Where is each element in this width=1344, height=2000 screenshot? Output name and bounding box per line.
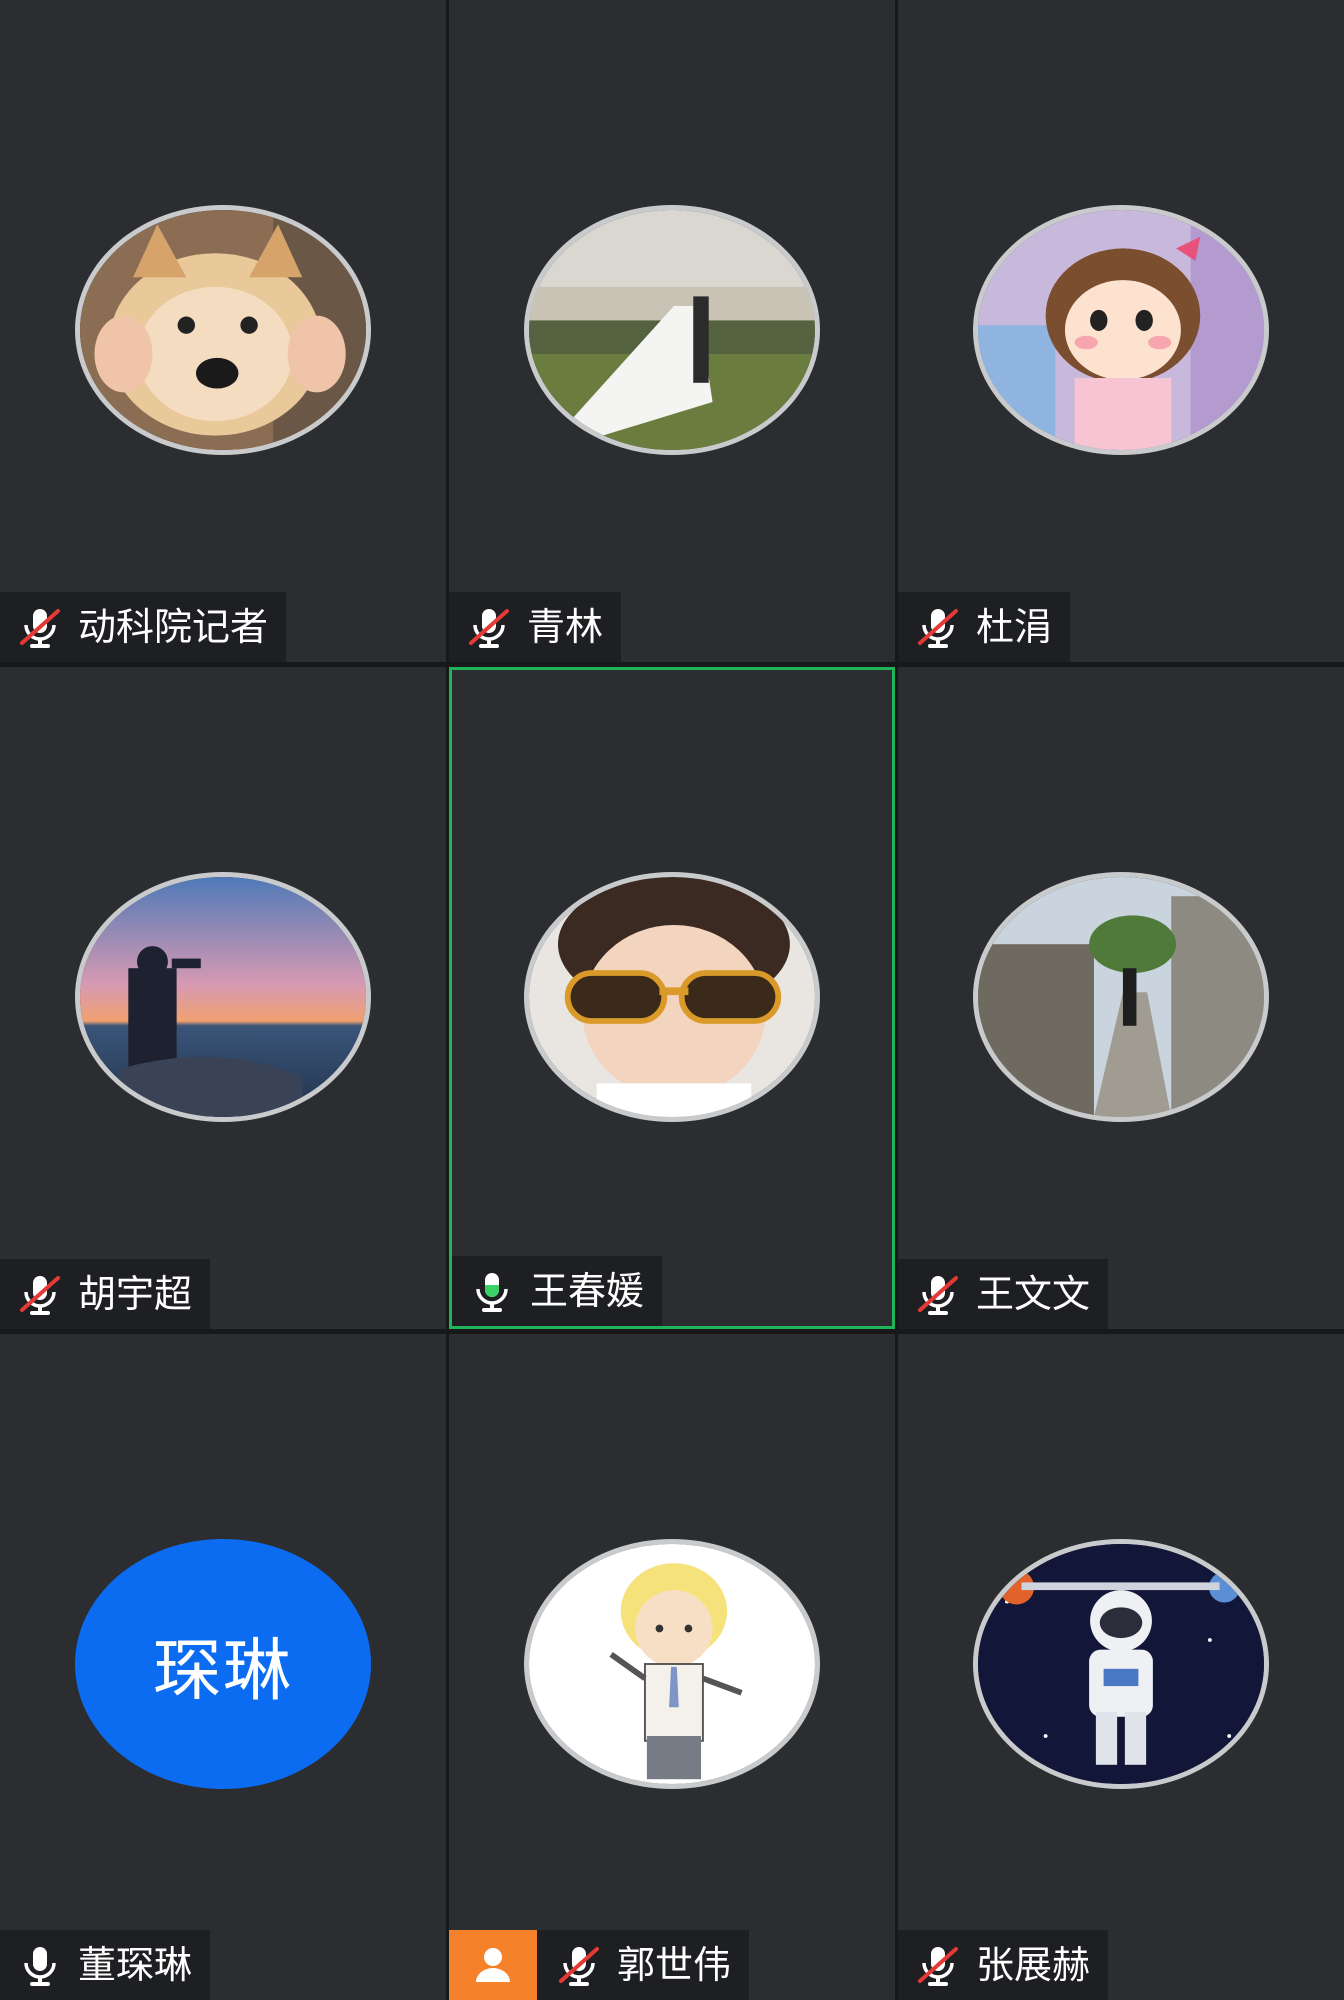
- participant-avatar: [524, 872, 820, 1122]
- host-person-icon: [449, 1930, 537, 2000]
- participant-name-bar: 王春媛: [452, 1256, 663, 1326]
- participant-name: 董琛琳: [78, 1943, 193, 1987]
- participant-name-bar: 董琛琳: [0, 1930, 211, 2000]
- participant-avatar: [973, 872, 1269, 1122]
- participant-avatar: [75, 872, 371, 1122]
- mic-active-icon: [468, 1267, 516, 1315]
- participant-tile[interactable]: 动科院记者: [0, 0, 446, 662]
- mic-muted-icon: [555, 1941, 603, 1989]
- participant-name-bar: 动科院记者: [0, 592, 287, 662]
- mic-muted-icon: [16, 603, 64, 651]
- participant-name-bar: 青林: [449, 592, 622, 662]
- participant-avatar: [75, 205, 371, 455]
- participant-name: 动科院记者: [78, 605, 269, 649]
- participant-name: 杜涓: [976, 605, 1053, 649]
- participant-name: 胡宇超: [78, 1272, 193, 1316]
- participant-name-bar: 郭世伟: [449, 1930, 750, 2000]
- participant-tile[interactable]: 杜涓: [898, 0, 1344, 662]
- participant-name-bar: 胡宇超: [0, 1259, 211, 1329]
- participant-text-avatar: 琛琳: [75, 1539, 371, 1789]
- participant-tile[interactable]: 张展赫: [898, 1334, 1344, 2000]
- participant-name: 王文文: [976, 1272, 1091, 1316]
- mic-muted-icon: [465, 603, 513, 651]
- participant-tile[interactable]: 青林: [449, 0, 895, 662]
- participant-name-bar: 张展赫: [898, 1930, 1109, 2000]
- participant-tile[interactable]: 胡宇超: [0, 667, 446, 1329]
- participant-avatar: [973, 1539, 1269, 1789]
- mic-on-icon: [16, 1941, 64, 1989]
- participant-name: 王春媛: [530, 1269, 645, 1313]
- participant-tile[interactable]: 王文文: [898, 667, 1344, 1329]
- mic-muted-icon: [914, 1270, 962, 1318]
- video-grid: 动科院记者 青林 杜涓 胡宇超 王春媛 王文文 琛琳 董琛琳 郭世伟 张展赫: [0, 0, 1344, 2000]
- participant-name-bar: 杜涓: [898, 592, 1071, 662]
- participant-avatar: [524, 205, 820, 455]
- mic-muted-icon: [16, 1270, 64, 1318]
- mic-muted-icon: [914, 603, 962, 651]
- participant-name: 青林: [527, 605, 604, 649]
- participant-name-bar: 王文文: [898, 1259, 1109, 1329]
- mic-muted-icon: [914, 1941, 962, 1989]
- participant-name: 郭世伟: [617, 1943, 732, 1987]
- participant-avatar: [973, 205, 1269, 455]
- participant-avatar: [524, 1539, 820, 1789]
- participant-tile[interactable]: 郭世伟: [449, 1334, 895, 2000]
- participant-name: 张展赫: [976, 1943, 1091, 1987]
- participant-tile-speaking[interactable]: 王春媛: [449, 667, 895, 1329]
- participant-tile[interactable]: 琛琳 董琛琳: [0, 1334, 446, 2000]
